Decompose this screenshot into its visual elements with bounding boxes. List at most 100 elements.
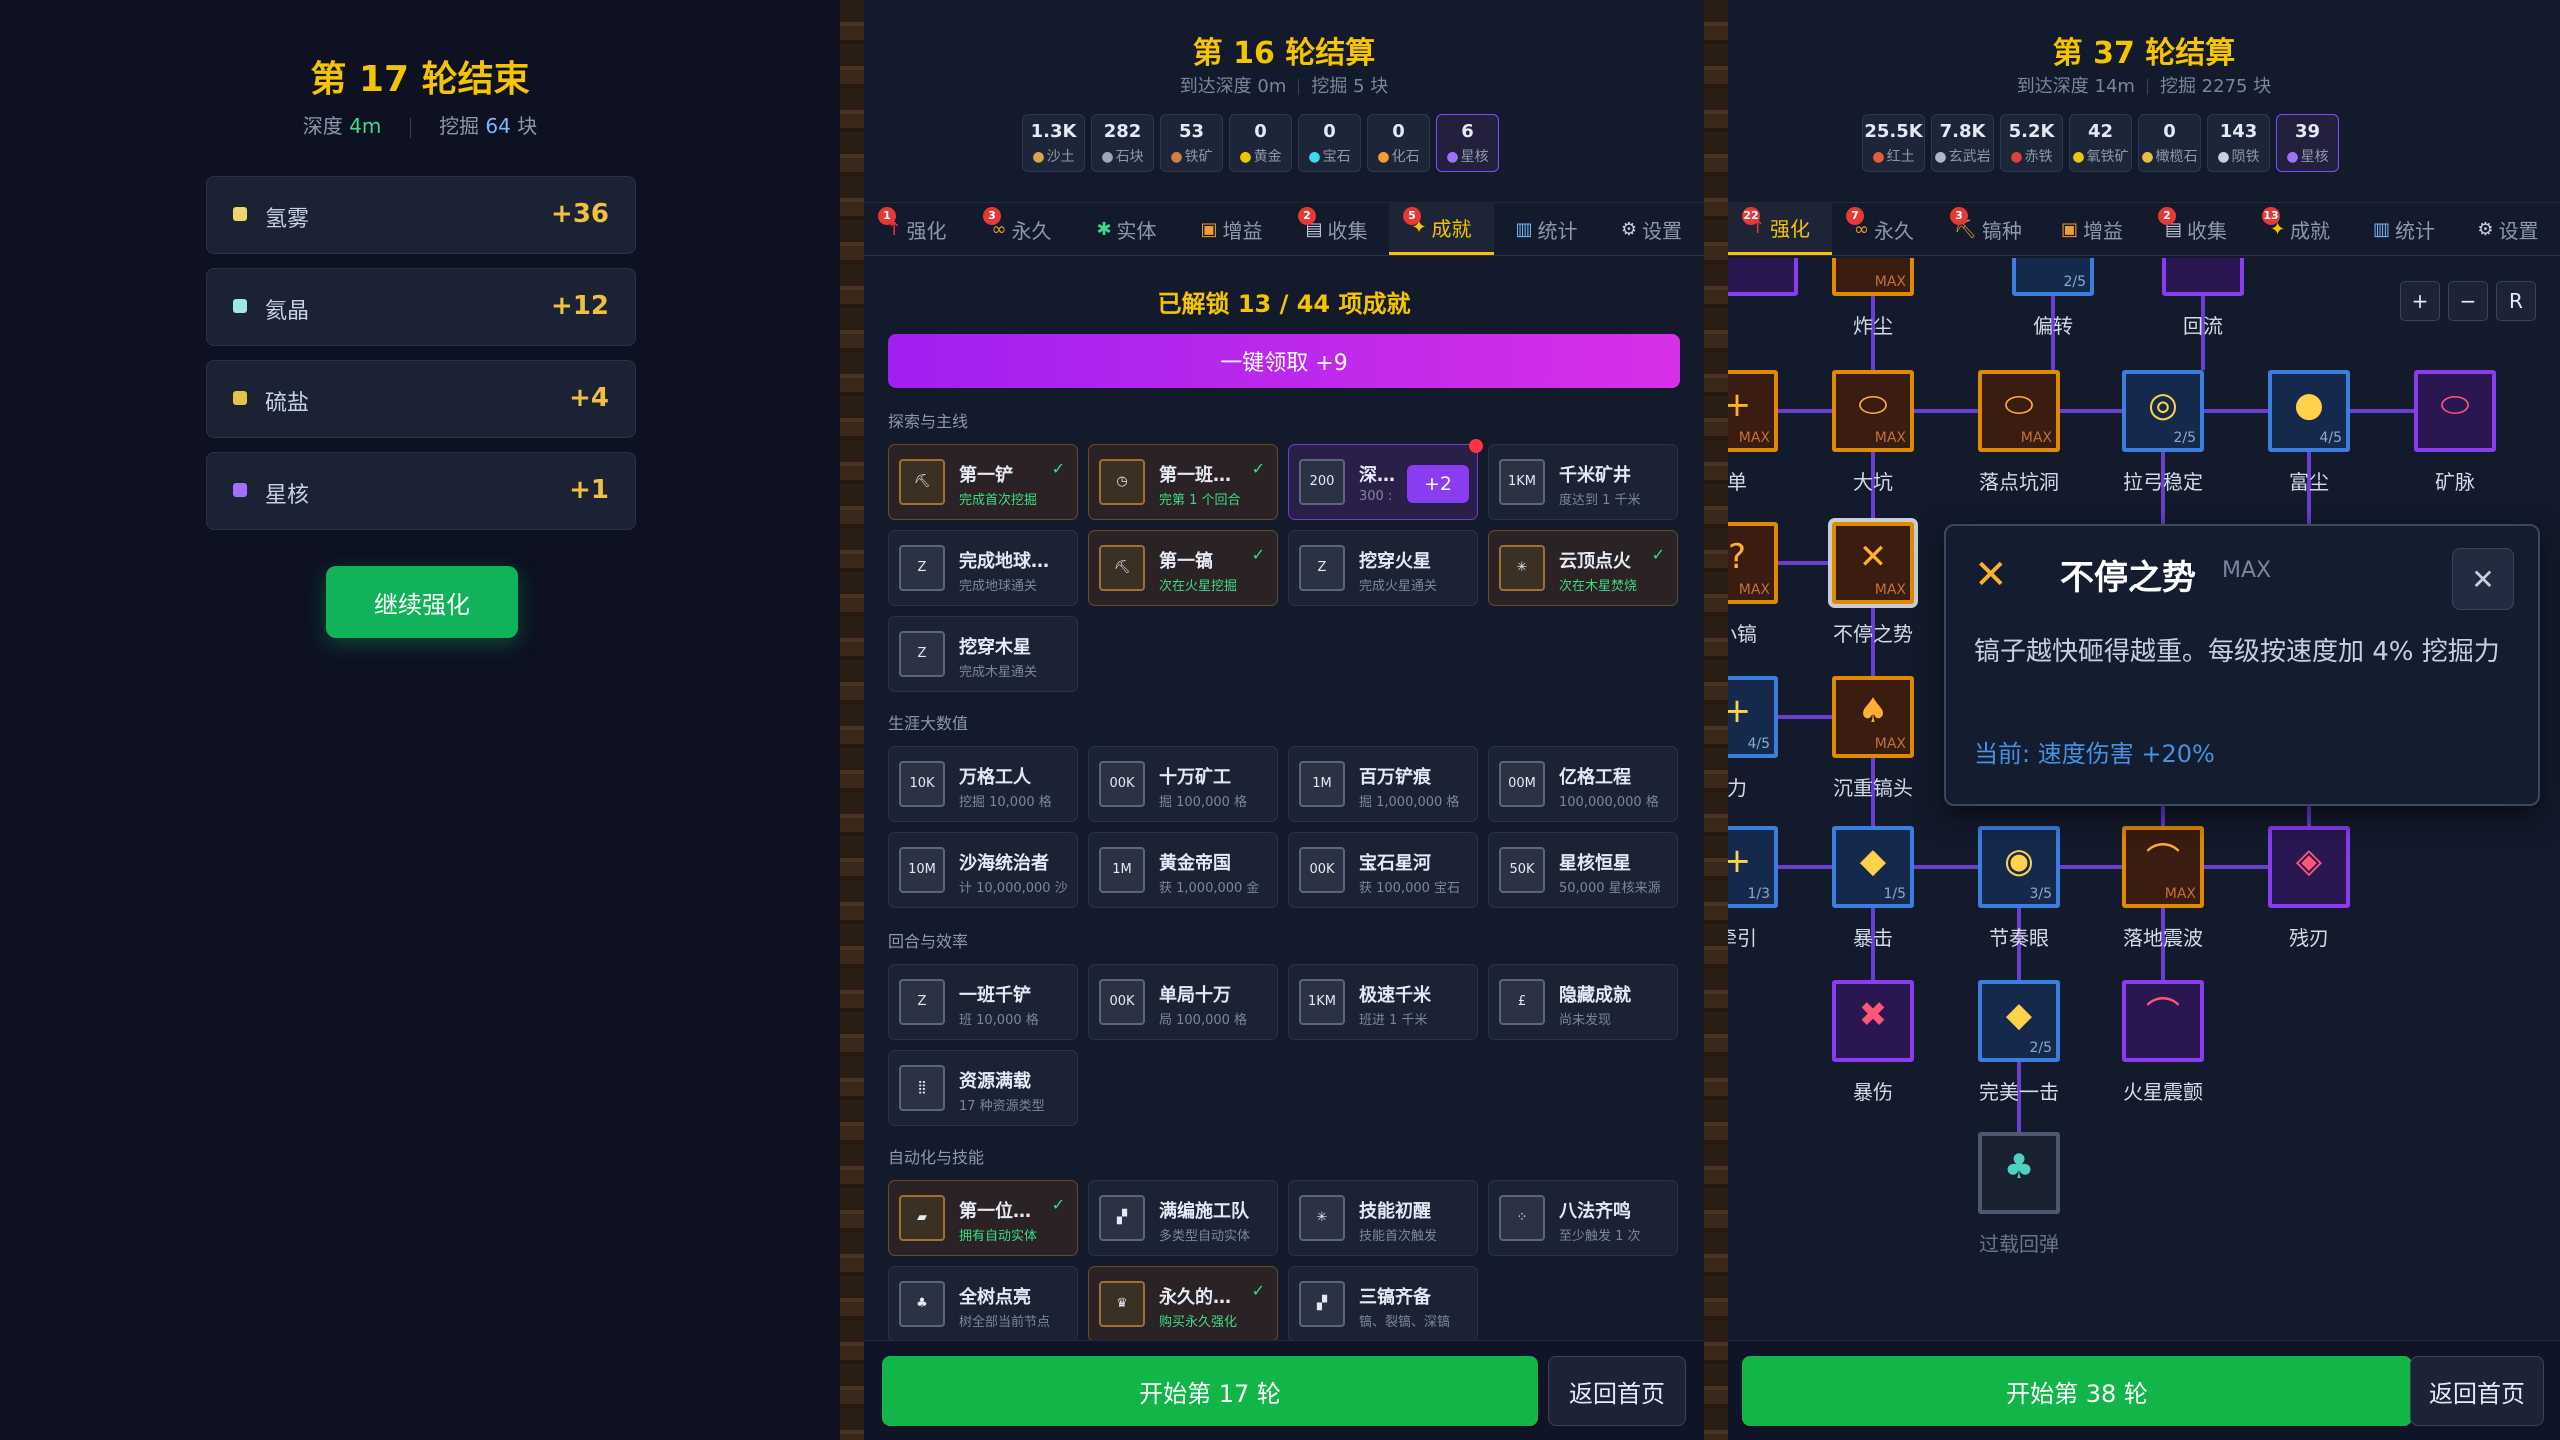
home-button[interactable]: 返回首页 — [1548, 1356, 1686, 1426]
achievement-card[interactable]: ⣿ 资源满载 17 种资源类型 — [888, 1050, 1078, 1126]
skill-node[interactable]: ♣ — [1978, 1132, 2060, 1214]
achievement-name: 第一铲 — [959, 465, 1013, 486]
skill-node[interactable]: ⌒ MAX — [2122, 826, 2204, 908]
achievement-desc: 拥有自动实体 — [959, 1229, 1038, 1244]
achievement-card[interactable]: 10M 沙海统治者计 10,000,000 沙 — [888, 832, 1078, 908]
continue-upgrade-button[interactable]: 继续强化 — [326, 566, 518, 638]
achievement-card[interactable]: 00M 亿格工程 100,000,000 格 — [1488, 746, 1678, 822]
achievement-card[interactable]: ♣ 全树点亮 树全部当前节点 — [888, 1266, 1078, 1342]
skill-icon: ? — [1728, 537, 1747, 577]
achievement-card[interactable]: 50K 星核恒星 50,000 星核来源 — [1488, 832, 1678, 908]
achievement-desc: 获 100,000 宝石 — [1359, 881, 1461, 896]
tab-2[interactable]: ⛏ 镐种 3 — [1936, 203, 2040, 255]
skill-node[interactable] — [2162, 258, 2244, 296]
tree-connector — [1778, 865, 1832, 869]
tab-0[interactable]: ↑ 强化 1 — [864, 203, 969, 255]
skill-node[interactable]: 2/5 — [2012, 258, 2094, 296]
achievement-card[interactable]: 1KM 极速千米 班进 1 千米 — [1288, 964, 1478, 1040]
achievement-card[interactable]: 200 深… 300 : +2 — [1288, 439, 1483, 520]
resource-value: 0 — [1392, 121, 1405, 142]
skill-node[interactable]: ⌒ — [2122, 980, 2204, 1062]
zoom-in-button[interactable]: + — [2400, 281, 2440, 321]
start-round-button[interactable]: 开始第 17 轮 — [882, 1356, 1538, 1426]
check-icon: ✓ — [1251, 459, 1265, 478]
tab-label: 设置 — [1642, 218, 1683, 243]
achievement-card[interactable]: 00K 单局十万局 100,000 格 — [1088, 964, 1278, 1040]
achievement-card[interactable]: ⛏ 第一镐 次在火星挖掘 ✓ — [1088, 530, 1278, 606]
achievement-card[interactable]: £ 隐藏成就 尚未发现 — [1488, 964, 1678, 1040]
zoom-out-button[interactable]: − — [2448, 281, 2488, 321]
start-round-button[interactable]: 开始第 38 轮 — [1742, 1356, 2412, 1426]
achievement-card[interactable]: ▞ 满编施工队 多类型自动实体 — [1088, 1180, 1278, 1256]
tab-3[interactable]: ▣ 增益 — [2040, 203, 2144, 255]
tab-6[interactable]: ▥ 统计 — [1494, 203, 1599, 255]
zoom-reset-button[interactable]: R — [2496, 281, 2536, 321]
skill-node[interactable]: ⬭ MAX — [1978, 370, 2060, 452]
achievement-desc: 挖掘 10,000 格 — [959, 795, 1052, 810]
tab-4[interactable]: ▤ 收集 2 — [2144, 203, 2248, 255]
achievement-card[interactable]: 1KM 千米矿井 度达到 1 千米 — [1488, 444, 1678, 520]
achievement-desc: 完成首次挖掘 — [959, 493, 1038, 508]
tab-7[interactable]: ⚙ 设置 — [1599, 203, 1704, 255]
tab-5[interactable]: ✦ 成就 5 — [1389, 203, 1494, 255]
stat-divider — [2146, 79, 2148, 95]
resource-chip: 282 ● 石块 — [1091, 114, 1154, 172]
tab-5[interactable]: ✦ 成就 13 — [2248, 203, 2352, 255]
skill-node[interactable]: MAX — [1832, 258, 1914, 296]
close-button[interactable]: ✕ — [2452, 548, 2514, 610]
skill-node[interactable]: ◈ — [2268, 826, 2350, 908]
claim-all-button[interactable]: 一键领取 +9 — [888, 334, 1680, 388]
achievement-card[interactable]: ▰ 第一位… 拥有自动实体 ✓ — [888, 1180, 1078, 1256]
skill-node[interactable]: ♠ MAX — [1832, 676, 1914, 758]
home-button[interactable]: 返回首页 — [2410, 1356, 2544, 1426]
tab-7[interactable]: ⚙ 设置 — [2456, 203, 2560, 255]
tab-2[interactable]: ✱ 实体 — [1074, 203, 1179, 255]
skill-node[interactable]: ◎ 2/5 — [2122, 370, 2204, 452]
skill-node[interactable]: ◆ 2/5 — [1978, 980, 2060, 1062]
achievement-card[interactable]: ▞ 三镐齐备 镐、裂镐、深镐 — [1288, 1266, 1478, 1342]
tab-4[interactable]: ▤ 收集 2 — [1284, 203, 1389, 255]
achievement-card[interactable]: 10K 万格工人 挖掘 10,000 格 — [888, 746, 1078, 822]
skill-node[interactable]: ✖ — [1832, 980, 1914, 1062]
gold-icon: ● — [1239, 149, 1252, 165]
achievement-card[interactable]: ✳ 技能初醒 技能首次触发 — [1288, 1180, 1478, 1256]
tree-connector — [1778, 715, 1832, 719]
tab-icon: ✱ — [1096, 218, 1112, 240]
tab-1[interactable]: ∞ 永久 7 — [1832, 203, 1936, 255]
skill-node[interactable] — [1728, 258, 1798, 296]
skill-node[interactable]: ◉ 3/5 — [1978, 826, 2060, 908]
achievement-card[interactable]: 1M 百万铲痕掘 1,000,000 格 — [1288, 746, 1478, 822]
skill-node[interactable]: ✕ MAX — [1832, 522, 1914, 604]
achievement-card[interactable]: Z 挖穿木星 完成木星通关 — [888, 616, 1078, 692]
achievement-card[interactable]: Z 完成地球… 完成地球通关 — [888, 530, 1078, 606]
achievement-card[interactable]: 00K 宝石星河获 100,000 宝石 — [1288, 832, 1478, 908]
achievement-card[interactable]: ◷ 第一班… 完第 1 个回合 ✓ — [1088, 444, 1278, 520]
section-title: 生涯大数值 — [888, 714, 969, 733]
achievement-card[interactable]: 00K 十万矿工掘 100,000 格 — [1088, 746, 1278, 822]
skill-node[interactable]: +4/5 — [1728, 676, 1778, 758]
skill-node[interactable]: ⬭ MAX — [1832, 370, 1914, 452]
skill-label: 落点坑洞 — [1979, 470, 2059, 494]
skill-node[interactable]: ⬭ — [2414, 370, 2496, 452]
tab-1[interactable]: ∞ 永久 3 — [969, 203, 1074, 255]
achievement-card[interactable]: Z 挖穿火星 完成火星通关 — [1288, 530, 1478, 606]
skill-node[interactable]: ◆ 1/5 — [1832, 826, 1914, 908]
achievement-card[interactable]: ♛ 永久的… 购买永久强化 ✓ — [1088, 1266, 1278, 1342]
achievement-card[interactable]: ✳ 云顶点火 次在木星焚烧 ✓ — [1488, 530, 1678, 606]
tab-6[interactable]: ▥ 统计 — [2352, 203, 2456, 255]
achievement-card[interactable]: ⁘ 八法齐鸣 至少触发 1 次 — [1488, 1180, 1678, 1256]
achievement-card[interactable]: 1M 黄金帝国获 1,000,000 金 — [1088, 832, 1278, 908]
achievement-card[interactable]: ⛏ 第一铲 完成首次挖掘 ✓ — [888, 444, 1078, 520]
achievement-name: 百万铲痕 — [1359, 767, 1431, 788]
resource-chip: 0 ● 橄榄石 — [2138, 114, 2201, 172]
skill-node[interactable]: +1/3 — [1728, 826, 1778, 908]
tab-0[interactable]: ↑ 强化 22 — [1728, 203, 1832, 255]
skill-node[interactable]: ? MAX — [1728, 522, 1778, 604]
claim-reward-badge[interactable]: +2 — [1407, 465, 1469, 503]
notification-badge: 7 — [1846, 207, 1864, 225]
skill-node[interactable]: ● 4/5 — [2268, 370, 2350, 452]
tab-3[interactable]: ▣ 增益 — [1179, 203, 1284, 255]
achievement-card[interactable]: Z 一班千铲班 10,000 格 — [888, 964, 1078, 1040]
reward-value: +12 — [551, 291, 609, 321]
skill-node[interactable]: + MAX — [1728, 370, 1778, 452]
